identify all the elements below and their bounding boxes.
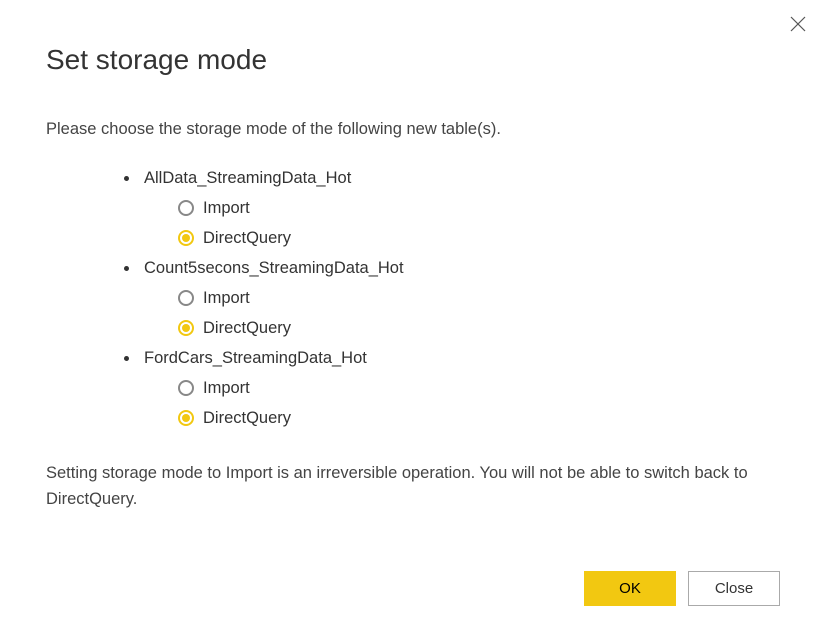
radio-icon — [178, 410, 194, 426]
radio-icon — [178, 200, 194, 216]
storage-mode-option-import[interactable]: Import — [178, 193, 780, 223]
radio-icon — [178, 230, 194, 246]
close-button[interactable]: Close — [688, 571, 780, 606]
storage-mode-option-import[interactable]: Import — [178, 373, 780, 403]
option-label: DirectQuery — [203, 223, 291, 253]
table-name-row: Count5secons_StreamingData_Hot — [124, 253, 780, 283]
table-block: AllData_StreamingData_Hot Import DirectQ… — [124, 163, 780, 253]
storage-mode-option-directquery[interactable]: DirectQuery — [178, 223, 780, 253]
tables-list: AllData_StreamingData_Hot Import DirectQ… — [124, 163, 780, 433]
storage-mode-option-directquery[interactable]: DirectQuery — [178, 403, 780, 433]
dialog-intro: Please choose the storage mode of the fo… — [46, 120, 780, 139]
table-name: Count5secons_StreamingData_Hot — [144, 253, 404, 283]
storage-mode-option-import[interactable]: Import — [178, 283, 780, 313]
dialog-footer: OK Close — [46, 571, 780, 606]
radio-icon — [178, 320, 194, 336]
table-name-row: AllData_StreamingData_Hot — [124, 163, 780, 193]
table-name: FordCars_StreamingData_Hot — [144, 343, 367, 373]
option-label: Import — [203, 373, 250, 403]
option-label: DirectQuery — [203, 313, 291, 343]
storage-mode-option-directquery[interactable]: DirectQuery — [178, 313, 780, 343]
radio-icon — [178, 380, 194, 396]
set-storage-mode-dialog: Set storage mode Please choose the stora… — [0, 0, 826, 632]
table-block: FordCars_StreamingData_Hot Import Direct… — [124, 343, 780, 433]
dialog-title: Set storage mode — [46, 44, 780, 76]
option-label: DirectQuery — [203, 403, 291, 433]
ok-button[interactable]: OK — [584, 571, 676, 606]
close-icon[interactable] — [790, 16, 806, 32]
table-name-row: FordCars_StreamingData_Hot — [124, 343, 780, 373]
option-label: Import — [203, 283, 250, 313]
bullet-icon — [124, 176, 129, 181]
bullet-icon — [124, 356, 129, 361]
option-label: Import — [203, 193, 250, 223]
radio-icon — [178, 290, 194, 306]
table-name: AllData_StreamingData_Hot — [144, 163, 351, 193]
table-block: Count5secons_StreamingData_Hot Import Di… — [124, 253, 780, 343]
bullet-icon — [124, 266, 129, 271]
warning-text: Setting storage mode to Import is an irr… — [46, 461, 780, 512]
